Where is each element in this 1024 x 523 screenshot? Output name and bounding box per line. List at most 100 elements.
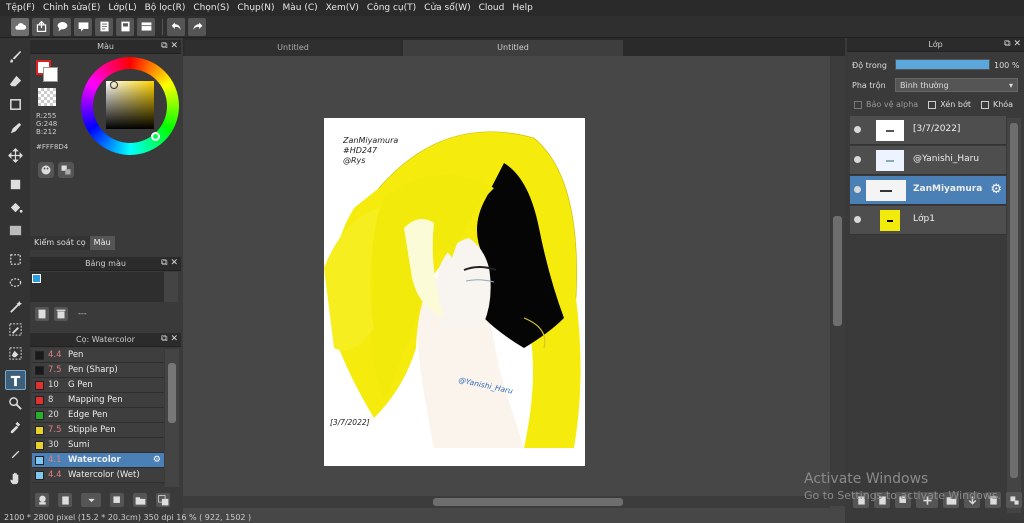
brush-menu-button[interactable] — [81, 493, 101, 507]
tab-untitled-2[interactable]: Untitled — [403, 40, 623, 56]
color-picker-cursor[interactable] — [110, 81, 118, 89]
protect-alpha-checkbox[interactable] — [854, 100, 862, 109]
layer-row[interactable]: @Yanishi_Haru — [850, 146, 1006, 175]
tab-untitled-1[interactable]: Untitled — [185, 40, 401, 56]
menu-view[interactable]: Xem(V) — [322, 3, 363, 13]
menu-select[interactable]: Chọn(S) — [189, 3, 233, 13]
transparent-swatch[interactable] — [38, 88, 56, 106]
gear-icon[interactable]: ⚙ — [990, 182, 1002, 197]
brush-size: 4.4 — [48, 350, 62, 360]
layer-settings-button[interactable] — [1006, 492, 1022, 508]
blend-mode-select[interactable]: Bình thường ▾ — [895, 78, 1018, 92]
visibility-eye-icon[interactable] — [854, 156, 861, 163]
dropper-tool[interactable] — [5, 416, 26, 436]
layer-row[interactable]: ZanMiyamura ⚙ — [850, 176, 1006, 205]
delete-palette-button[interactable] — [54, 307, 68, 321]
move-tool[interactable] — [5, 145, 26, 165]
palette-button[interactable] — [38, 162, 54, 178]
secondary-color-swatch[interactable] — [43, 67, 58, 82]
menu-color[interactable]: Màu (C) — [279, 3, 322, 13]
menu-help[interactable]: Help — [508, 3, 537, 13]
text-tool[interactable] — [5, 370, 26, 390]
tab-brush-control[interactable]: Kiểm soát cọ — [30, 236, 90, 250]
artwork-canvas[interactable]: ZanMiyamura #HD247 @Rys @Yanishi_Haru [3… — [324, 118, 585, 466]
menu-window[interactable]: Cửa sổ(W) — [420, 3, 474, 13]
menu-file[interactable]: Tệp(F) — [0, 3, 39, 13]
visibility-eye-icon[interactable] — [854, 186, 861, 193]
magic-wand-tool[interactable] — [5, 296, 26, 316]
palette-scrollbar[interactable] — [164, 272, 178, 302]
hue-cursor[interactable] — [151, 132, 160, 141]
copy-brush-button[interactable] — [110, 493, 124, 507]
brush-size: 7.5 — [48, 365, 62, 375]
clipping-checkbox[interactable] — [928, 100, 937, 109]
brush-row[interactable]: 4.4 Watercolor (Wet) — [32, 468, 164, 483]
menu-tools[interactable]: Công cụ(T) — [363, 3, 420, 13]
brush-duplicate-button[interactable] — [156, 493, 170, 507]
fill-rect-tool[interactable] — [5, 174, 26, 194]
hand-icon — [10, 472, 19, 484]
lasso-tool[interactable] — [5, 273, 26, 293]
panel-controls[interactable]: ⧉ ✕ — [161, 334, 178, 344]
menu-cloud[interactable]: Cloud — [475, 3, 509, 13]
brush-row[interactable]: 30 Sumi — [32, 438, 164, 453]
document-button[interactable] — [95, 17, 113, 36]
palette-swatch[interactable] — [32, 274, 41, 283]
chat-button[interactable] — [53, 17, 71, 36]
layer-row[interactable]: Lớp1 — [850, 206, 1006, 235]
brush-scrollbar[interactable] — [165, 349, 179, 487]
select-pen-tool[interactable] — [5, 319, 26, 339]
comment-button[interactable] — [74, 17, 92, 36]
lock-checkbox[interactable] — [980, 100, 989, 109]
hand-tool[interactable] — [5, 468, 26, 488]
canvas-vertical-scrollbar[interactable] — [830, 56, 845, 506]
canvas-area[interactable]: Untitled Untitled ZanMiyamura #HD247 @Ry… — [183, 38, 845, 523]
color-settings-button[interactable] — [58, 162, 74, 178]
gradient-tool[interactable] — [5, 220, 26, 240]
rectangle-tool[interactable] — [5, 94, 26, 114]
export-button[interactable] — [32, 17, 50, 36]
brush-folder-button[interactable] — [133, 493, 147, 507]
brush-row[interactable]: 4.1 Watercolor ⚙ — [32, 453, 164, 468]
menu-edit[interactable]: Chỉnh sửa(E) — [39, 3, 104, 13]
brush-tool[interactable] — [5, 46, 26, 66]
brush-row[interactable]: 7.5 Pen (Sharp) — [32, 363, 164, 378]
gear-icon[interactable]: ⚙ — [153, 455, 161, 465]
select-tool[interactable] — [5, 249, 26, 269]
tab-color[interactable]: Màu — [89, 236, 115, 250]
brush-size: 7.5 — [48, 425, 62, 435]
brush-row[interactable]: 8 Mapping Pen — [32, 393, 164, 408]
panel-controls[interactable]: ⧉ ✕ — [161, 41, 178, 51]
brush-settings-button[interactable] — [35, 493, 49, 507]
speech-bubble-icon — [57, 22, 67, 32]
palette-name: --- — [78, 309, 87, 318]
cloud-button[interactable] — [11, 17, 29, 36]
brush-row[interactable]: 4.4 Pen — [32, 348, 164, 363]
bucket-tool[interactable] — [5, 197, 26, 217]
brush-row[interactable]: 10 G Pen — [32, 378, 164, 393]
select-eraser-tool[interactable] — [5, 343, 26, 363]
brush-row[interactable]: 7.5 Stipple Pen — [32, 423, 164, 438]
visibility-eye-icon[interactable] — [854, 126, 861, 133]
eraser-tool[interactable] — [5, 71, 26, 91]
canvas-horizontal-scrollbar[interactable] — [183, 496, 830, 508]
pen-tool[interactable] — [5, 118, 26, 138]
fill-dropper-tool[interactable] — [5, 443, 26, 463]
panel-controls[interactable]: ⧉ ✕ — [1004, 39, 1021, 49]
layer-row[interactable]: [3/7/2022] — [850, 116, 1006, 145]
page-button[interactable] — [116, 17, 134, 36]
opacity-slider[interactable] — [895, 59, 990, 70]
add-palette-button[interactable] — [35, 307, 49, 321]
new-brush-button[interactable] — [58, 493, 72, 507]
menu-filter[interactable]: Bộ lọc(R) — [141, 3, 190, 13]
layer-scrollbar[interactable] — [1007, 118, 1021, 513]
visibility-eye-icon[interactable] — [854, 216, 861, 223]
panel-controls[interactable]: ⧉ ✕ — [161, 258, 178, 268]
menu-layer[interactable]: Lớp(L) — [104, 3, 140, 13]
layout-button[interactable] — [137, 17, 155, 36]
redo-button[interactable] — [188, 17, 206, 36]
brush-row[interactable]: 20 Edge Pen — [32, 408, 164, 423]
panel-ruler-tool[interactable] — [5, 393, 26, 413]
menu-capture[interactable]: Chụp(N) — [233, 3, 278, 13]
undo-button[interactable] — [167, 17, 185, 36]
